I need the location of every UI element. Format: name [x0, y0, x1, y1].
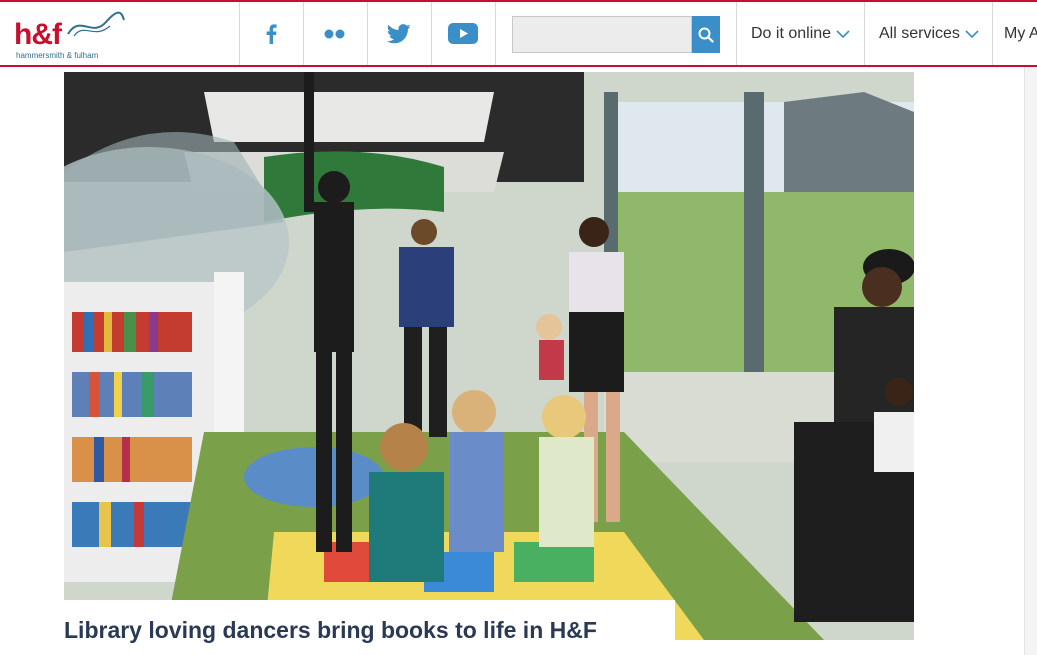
divider	[992, 2, 993, 65]
twitter-icon	[387, 23, 411, 43]
logo-text: h&f	[14, 18, 62, 51]
page-scrollbar[interactable]	[1024, 67, 1037, 655]
nav-my-account[interactable]: My A	[1004, 2, 1037, 65]
logo-swoosh-icon	[67, 11, 125, 37]
facebook-link[interactable]	[239, 2, 303, 65]
twitter-link[interactable]	[367, 2, 431, 65]
search-icon	[698, 27, 714, 43]
youtube-icon	[448, 23, 478, 44]
nav-my-account-label: My A	[1004, 24, 1037, 42]
divider	[736, 2, 737, 65]
site-logo[interactable]: h&f hammersmith & fulham	[14, 8, 134, 62]
nav-do-it-online-label: Do it online	[751, 24, 832, 42]
nav-all-services-label: All services	[879, 24, 960, 42]
nav-all-services[interactable]: All services	[879, 2, 979, 65]
nav-do-it-online[interactable]: Do it online	[751, 2, 850, 65]
chevron-down-icon	[965, 29, 979, 38]
site-header: h&f hammersmith & fulham Do it online Al…	[0, 0, 1037, 67]
logo-subtext: hammersmith & fulham	[16, 51, 99, 60]
hero-photo-illustration	[64, 72, 914, 640]
divider	[864, 2, 865, 65]
article-headline[interactable]: Library loving dancers bring books to li…	[64, 617, 597, 644]
divider	[495, 2, 496, 65]
flickr-link[interactable]	[303, 2, 367, 65]
flickr-icon	[324, 29, 345, 38]
facebook-icon	[266, 23, 277, 44]
search-button[interactable]	[692, 16, 720, 53]
search-input[interactable]	[512, 16, 692, 53]
chevron-down-icon	[836, 29, 850, 38]
youtube-link[interactable]	[431, 2, 495, 65]
hero-image	[64, 72, 914, 640]
